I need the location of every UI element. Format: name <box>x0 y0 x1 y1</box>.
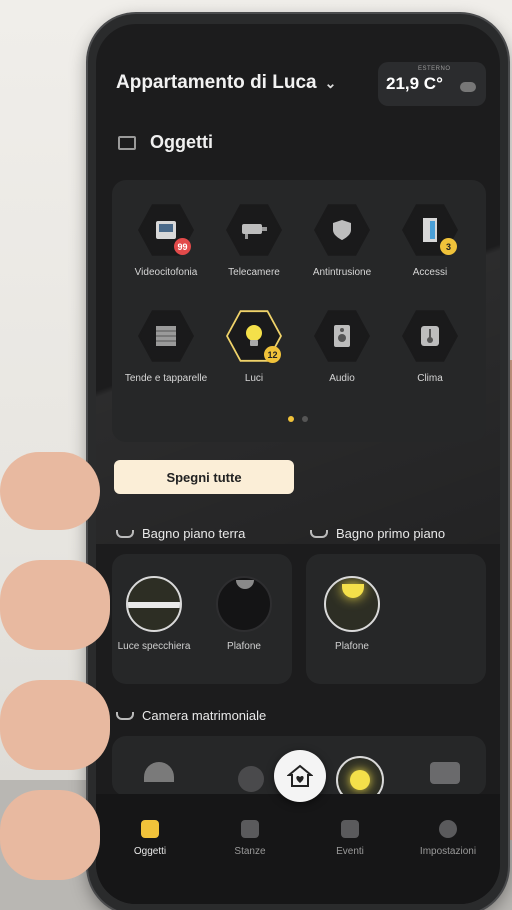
hand-finger <box>0 560 110 650</box>
shield-icon <box>333 220 351 240</box>
ceiling-lamp-icon <box>342 584 364 598</box>
category-telecamere[interactable]: Telecamere <box>210 202 298 279</box>
intercom-icon <box>156 221 176 239</box>
category-label: Antintrusione <box>312 267 372 278</box>
categories-card: 99 Videocitofonia Telecamere Antintrusio… <box>112 180 486 442</box>
category-clima[interactable]: Clima <box>386 308 474 385</box>
category-label: Audio <box>329 373 355 384</box>
room-card-bagno-primo-piano: Plafone <box>306 554 486 684</box>
category-accessi[interactable]: 3 Accessi <box>386 202 474 279</box>
light-plafone-1[interactable]: Plafone <box>204 576 284 653</box>
category-luci[interactable]: 12 Luci <box>210 308 298 385</box>
weather-label: ESTERNO <box>418 66 451 72</box>
weather-widget[interactable]: ESTERNO 21,9 C° <box>378 62 486 106</box>
phone-screen: Appartamento di Luca ⌄ ESTERNO 21,9 C° O… <box>96 24 500 904</box>
section-header-objects: Oggetti <box>118 132 213 153</box>
nav-oggetti[interactable]: Oggetti <box>110 820 190 857</box>
hex-tile <box>402 310 458 362</box>
home-title: Appartamento di Luca <box>116 72 317 93</box>
room-name: Bagno piano terra <box>142 526 246 541</box>
bulb-icon <box>350 770 370 790</box>
bulb-icon <box>246 325 262 346</box>
chevron-down-icon: ⌄ <box>324 74 337 91</box>
lamp-icon <box>238 766 264 792</box>
all-off-button[interactable]: Spegni tutte <box>114 460 294 494</box>
badge-count: 12 <box>264 346 281 363</box>
nav-eventi[interactable]: Eventi <box>310 820 390 857</box>
light-label: Plafone <box>335 641 369 652</box>
settings-nav-icon <box>439 820 457 838</box>
light-luce-specchiera[interactable]: Luce specchiera <box>114 576 194 653</box>
light-label: Plafone <box>227 641 261 652</box>
light-toggle[interactable] <box>324 576 380 632</box>
hex-tile <box>314 204 370 256</box>
nav-label: Stanze <box>234 846 266 857</box>
hand-finger <box>0 680 110 770</box>
nav-label: Eventi <box>336 846 364 857</box>
home-selector[interactable]: Appartamento di Luca ⌄ <box>116 72 336 94</box>
category-videocitofonia[interactable]: 99 Videocitofonia <box>122 202 210 279</box>
nav-stanze[interactable]: Stanze <box>210 820 290 857</box>
badge-count: 3 <box>440 238 457 255</box>
category-antintrusione[interactable]: Antintrusione <box>298 202 386 279</box>
category-label: Tende e tapparelle <box>124 373 208 384</box>
light-plafone-2[interactable]: Plafone <box>312 576 392 653</box>
objects-nav-icon <box>141 820 159 838</box>
wall-lamp-icon <box>430 762 460 784</box>
page-indicator <box>288 416 308 422</box>
category-label: Telecamere <box>228 267 280 278</box>
home-fab-button[interactable] <box>274 750 326 802</box>
hex-tile <box>226 204 282 256</box>
led-strip-icon <box>128 602 180 608</box>
category-label: Videocitofonia <box>134 267 198 278</box>
category-label: Clima <box>417 373 443 384</box>
category-label: Luci <box>244 373 264 384</box>
room-title-bagno-primo-piano: Bagno primo piano <box>310 526 445 541</box>
room-name: Camera matrimoniale <box>142 708 267 723</box>
room-card-bagno-piano-terra: Luce specchiera Plafone <box>112 554 292 684</box>
category-audio[interactable]: Audio <box>298 308 386 385</box>
section-title: Oggetti <box>150 132 213 152</box>
shutter-icon <box>156 326 176 346</box>
bathtub-icon <box>116 529 134 538</box>
page-dot[interactable] <box>302 416 308 422</box>
ceiling-lamp-icon <box>236 580 254 589</box>
speaker-icon <box>334 325 350 347</box>
pendant-lamp-icon <box>144 762 174 782</box>
bathtub-icon <box>310 529 328 538</box>
light-toggle[interactable] <box>216 576 272 632</box>
light-toggle[interactable] <box>126 576 182 632</box>
hex-tile <box>138 310 194 362</box>
hand-finger <box>0 452 100 530</box>
room-title-camera-matrimoniale: Camera matrimoniale <box>116 708 266 723</box>
nav-label: Impostazioni <box>419 846 477 857</box>
camera-icon <box>242 224 267 239</box>
nav-label: Oggetti <box>133 846 167 857</box>
light-label: Luce specchiera <box>117 641 191 652</box>
badge-count: 99 <box>174 238 191 255</box>
room-title-bagno-piano-terra: Bagno piano terra <box>116 526 245 541</box>
hex-tile <box>314 310 370 362</box>
home-heart-icon <box>287 764 313 787</box>
door-icon <box>423 218 437 242</box>
events-nav-icon <box>341 820 359 838</box>
bed-icon <box>116 711 134 720</box>
category-label: Accessi <box>412 267 448 278</box>
room-name: Bagno primo piano <box>336 526 446 541</box>
cloud-icon <box>460 82 476 92</box>
hand-finger <box>0 790 100 880</box>
objects-icon <box>118 135 136 150</box>
category-tende[interactable]: Tende e tapparelle <box>122 308 210 385</box>
page-dot-active[interactable] <box>288 416 294 422</box>
rooms-nav-icon <box>241 820 259 838</box>
thermometer-icon <box>421 326 439 346</box>
bottom-navigation: Oggetti Stanze Eventi Impostazioni <box>96 794 500 904</box>
nav-impostazioni[interactable]: Impostazioni <box>408 820 488 857</box>
